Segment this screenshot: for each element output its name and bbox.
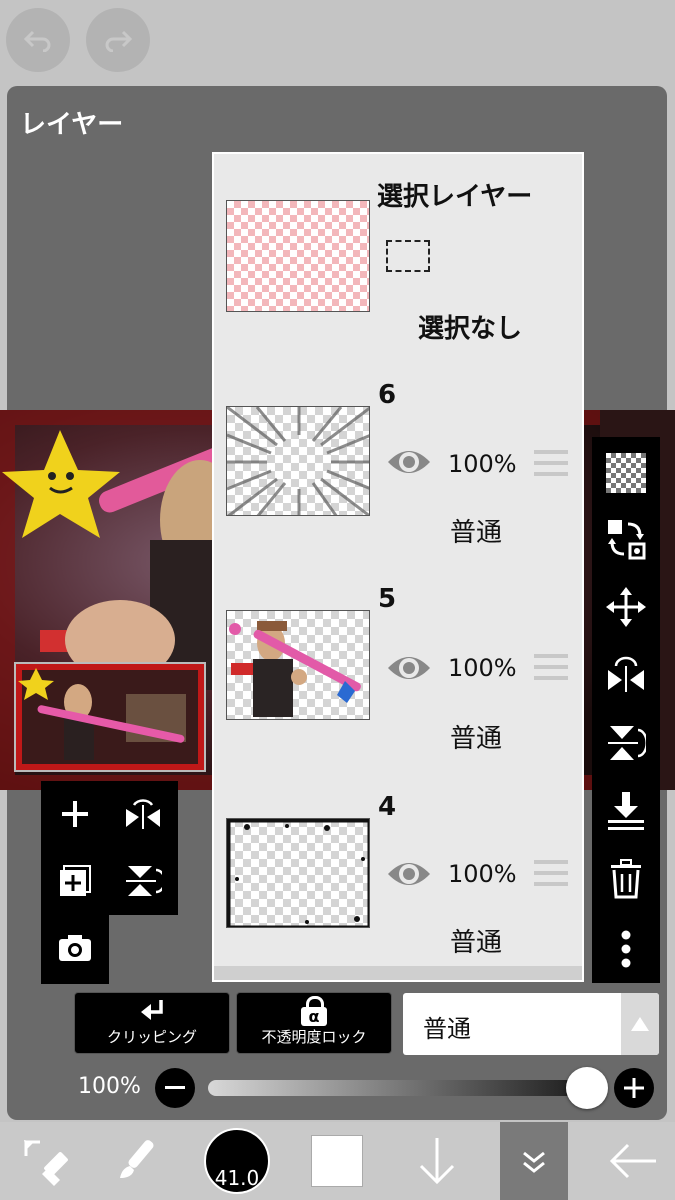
scroll-down-button[interactable] (392, 1122, 482, 1200)
eye-icon[interactable] (386, 444, 432, 480)
transform-eraser-icon (24, 1140, 68, 1186)
clipping-label: クリッピング (106, 1028, 197, 1046)
flip-vertical-icon (126, 866, 162, 896)
blend-mode-dropdown-button[interactable] (621, 993, 659, 1055)
layer-opacity: 100% (448, 860, 517, 888)
arrow-left-icon (609, 1143, 656, 1179)
layer-row-4[interactable]: 4 100% 普通 (214, 772, 582, 978)
color-swatch (311, 1135, 363, 1187)
blend-mode-value: 普通 (423, 1015, 471, 1043)
transparency-button[interactable] (602, 449, 650, 497)
opacity-decrease-button[interactable] (155, 1068, 195, 1108)
flip-vertical-button-right[interactable] (602, 719, 650, 767)
panel-title: レイヤー (20, 110, 124, 140)
bottom-toolbar: 41.0 (0, 1122, 675, 1200)
plus-icon (624, 1078, 644, 1098)
flip-horizontal-button-right[interactable] (602, 651, 650, 699)
move-icon (606, 587, 646, 627)
delete-icon (611, 859, 641, 899)
opacity-increase-button[interactable] (614, 1068, 654, 1108)
brush-icon (120, 1140, 154, 1178)
opacity-slider-thumb[interactable] (566, 1067, 608, 1109)
eye-icon[interactable] (386, 650, 432, 686)
undo-button[interactable] (6, 8, 70, 72)
layer-menu-button[interactable] (500, 1122, 568, 1200)
merge-down-icon (608, 792, 644, 830)
canvas-preview[interactable] (14, 662, 206, 772)
flip-vertical-icon (608, 726, 646, 760)
arrow-down-icon (419, 1138, 455, 1185)
blend-mode-select[interactable]: 普通 (403, 993, 659, 1055)
flip-horizontal-button[interactable] (113, 784, 173, 844)
layer-list[interactable]: 選択レイヤー 選択なし 6 100% 普通 5 100% 普通 4 100% 普… (212, 152, 584, 982)
back-button[interactable] (588, 1122, 675, 1200)
eye-icon[interactable] (386, 856, 432, 892)
alpha-symbol: α (301, 1007, 327, 1026)
flip-horizontal-icon (126, 799, 160, 829)
layer-blend-mode: 普通 (450, 928, 503, 958)
lock-icon: α (301, 996, 327, 1026)
selection-layer-name: 選択レイヤー (377, 182, 533, 212)
canvas-preview-image (16, 664, 204, 770)
selection-layer-row[interactable]: 選択レイヤー 選択なし (214, 154, 582, 362)
layer-transfer-button[interactable] (602, 515, 650, 563)
layer-blend-mode: 普通 (450, 724, 503, 754)
camera-icon (59, 935, 91, 961)
layer-name: 6 (378, 380, 397, 410)
layer-name: 5 (378, 584, 397, 614)
merge-down-button[interactable] (602, 787, 650, 835)
drag-handle-icon[interactable] (534, 858, 568, 888)
layer-name: 4 (378, 792, 397, 822)
opacity-label: 100% (78, 1074, 141, 1099)
flip-vertical-button[interactable] (113, 851, 173, 911)
move-button[interactable] (602, 583, 650, 631)
add-special-layer-button[interactable] (45, 851, 105, 911)
clipping-icon (141, 1000, 163, 1020)
layer-row-5[interactable]: 5 100% 普通 (214, 566, 582, 774)
layer-list-scroll-edge (214, 966, 582, 980)
selection-layer-thumbnail (226, 200, 370, 312)
right-toolbar (592, 437, 660, 983)
add-special-layer-icon (60, 865, 91, 896)
layer-5-thumbnail (226, 610, 370, 720)
clipping-button[interactable]: クリッピング (74, 992, 230, 1054)
brush-size-value: 41.0 (214, 1166, 260, 1190)
drag-handle-icon[interactable] (534, 448, 568, 478)
add-layer-button[interactable] (45, 784, 105, 844)
alpha-lock-label: 不透明度ロック (261, 1028, 367, 1046)
layer-opacity: 100% (448, 654, 517, 682)
more-icon (621, 930, 631, 968)
flip-horizontal-icon (608, 656, 644, 692)
brush-button[interactable] (92, 1122, 182, 1200)
opacity-slider-track[interactable] (208, 1080, 606, 1096)
layer-opacity: 100% (448, 450, 517, 478)
redo-button[interactable] (86, 8, 150, 72)
brush-size-button[interactable]: 41.0 (204, 1128, 270, 1194)
transparency-icon (606, 453, 646, 493)
layer-row-6[interactable]: 6 100% 普通 (214, 360, 582, 568)
layer-blend-mode: 普通 (450, 518, 503, 548)
delete-layer-button[interactable] (602, 855, 650, 903)
layer-4-thumbnail (226, 818, 370, 928)
add-layer-icon (62, 801, 88, 827)
drag-handle-icon[interactable] (534, 652, 568, 682)
alpha-lock-button[interactable]: α 不透明度ロック (236, 992, 392, 1054)
color-button[interactable] (292, 1122, 382, 1200)
triangle-up-icon (631, 1017, 649, 1031)
selection-marquee-icon (386, 240, 430, 272)
layer-transfer-icon (608, 520, 646, 560)
tool-switch-button[interactable] (0, 1122, 90, 1200)
minus-icon (165, 1086, 185, 1089)
double-chevron-down-icon (523, 1151, 545, 1173)
layer-6-thumbnail (226, 406, 370, 516)
camera-button[interactable] (45, 918, 105, 978)
undo-icon (23, 30, 51, 52)
selection-status: 選択なし (418, 314, 523, 344)
redo-icon (105, 30, 133, 52)
more-button[interactable] (602, 925, 650, 973)
